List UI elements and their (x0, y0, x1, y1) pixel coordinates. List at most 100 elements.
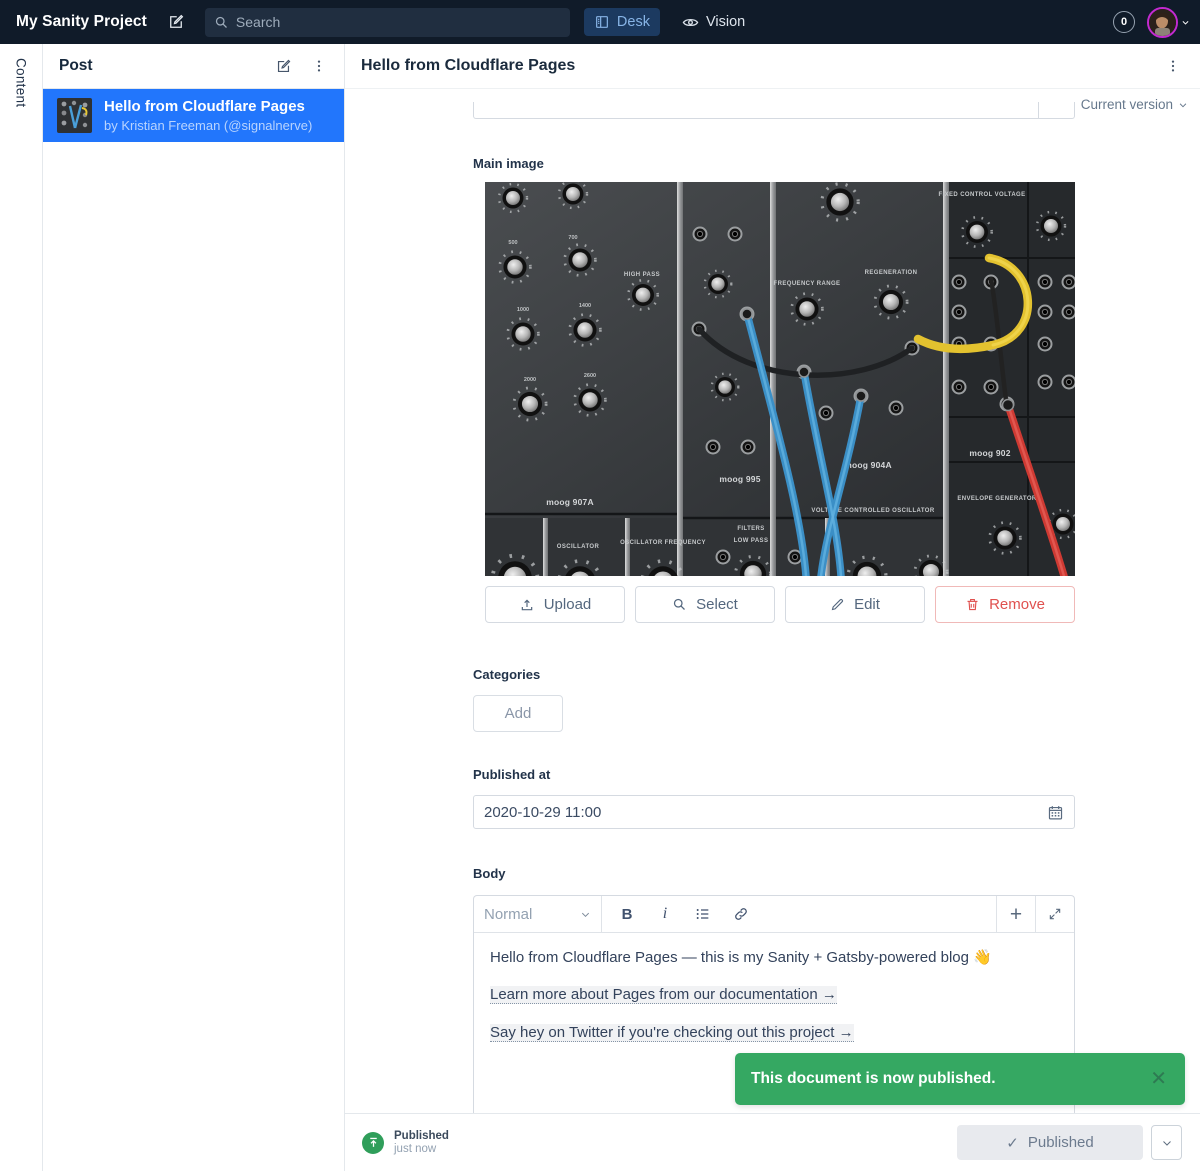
photo-label: FILTERS (737, 526, 764, 532)
photo-label: LOW PASS (734, 538, 769, 544)
desk-icon (594, 14, 610, 30)
photo-label: ENVELOPE GENERATOR (957, 496, 1037, 502)
compose-icon (167, 13, 185, 31)
categories-label: Categories (473, 667, 1075, 682)
photo-knob-label: 1000 (517, 307, 529, 313)
published-at-label: Published at (473, 767, 1075, 782)
current-version-label: Current version (1081, 97, 1173, 112)
edit-button-label: Edit (854, 596, 880, 613)
photo-label: moog 995 (719, 474, 760, 484)
content-rail: Content (0, 44, 43, 1171)
publish-status-time: just now (394, 1143, 449, 1155)
document-scroll-area[interactable]: Current version Main image (345, 89, 1200, 1113)
document-menu-button[interactable] (1158, 51, 1188, 81)
remove-button-label: Remove (989, 596, 1045, 613)
main-image-preview[interactable]: 500 700 1000 1400 2000 2600 HIGH PASS mo… (485, 182, 1075, 576)
post-item-subtitle: by Kristian Freeman (@signalnerve) (104, 118, 312, 133)
publish-status-icon (362, 1132, 384, 1154)
toast-notification: This document is now published. ✕ (735, 1053, 1185, 1105)
select-button[interactable]: Select (635, 586, 775, 623)
photo-label: OSCILLATOR (557, 544, 600, 550)
editor-toolbar: Normal B i (474, 896, 1074, 933)
italic-button[interactable]: i (648, 899, 682, 929)
tab-vision-label: Vision (706, 14, 745, 30)
body-link-docs[interactable]: Learn more about Pages from our document… (490, 986, 837, 1004)
photo-label: REGENERATION (865, 270, 918, 276)
photo-knob-label: 1400 (579, 303, 591, 309)
close-icon[interactable]: ✕ (1146, 1065, 1171, 1093)
add-category-button[interactable]: Add (473, 695, 563, 732)
photo-label: HIGH PASS (624, 272, 660, 278)
field-action-segment[interactable] (1038, 102, 1074, 118)
search-input[interactable] (236, 14, 561, 30)
notification-badge[interactable]: 0 (1113, 11, 1135, 33)
published-button-label: Published (1028, 1134, 1094, 1151)
fullscreen-button[interactable] (1035, 896, 1074, 932)
kebab-icon (311, 58, 327, 74)
chevron-down-icon (1161, 1137, 1173, 1149)
post-item-title: Hello from Cloudflare Pages (104, 98, 312, 117)
kebab-icon (1165, 58, 1181, 74)
photo-knob-label: 2600 (584, 373, 596, 379)
synth-photo: 500 700 1000 1400 2000 2600 HIGH PASS mo… (485, 182, 1075, 576)
photo-label: FIXED CONTROL VOLTAGE (938, 192, 1025, 198)
pane-title: Post (59, 57, 93, 75)
text-style-select[interactable]: Normal (474, 896, 602, 932)
project-title: My Sanity Project (16, 13, 147, 31)
link-button[interactable] (724, 899, 758, 929)
top-navbar: My Sanity Project Desk Vision 0 (0, 0, 1200, 44)
search-box[interactable] (205, 8, 570, 37)
image-actions: Upload Select Edit (485, 586, 1075, 623)
check-icon: ✓ (1006, 1134, 1019, 1152)
create-post-button[interactable] (268, 51, 298, 81)
upload-icon (519, 597, 535, 613)
upload-button-label: Upload (544, 596, 592, 613)
text-style-value: Normal (484, 906, 532, 923)
chevron-down-icon (1181, 18, 1190, 27)
bullet-list-button[interactable] (686, 899, 720, 929)
trash-icon (965, 597, 980, 612)
main-image-label: Main image (473, 156, 1075, 171)
body-link-twitter[interactable]: Say hey on Twitter if you're checking ou… (490, 1024, 854, 1042)
photo-label: moog 904A (844, 460, 892, 470)
pane-menu-button[interactable] (304, 51, 334, 81)
user-menu[interactable] (1147, 7, 1190, 38)
post-list-item[interactable]: Hello from Cloudflare Pages by Kristian … (43, 89, 344, 142)
expand-icon (1048, 907, 1062, 921)
body-content[interactable]: Hello from Cloudflare Pages — this is my… (474, 933, 1074, 1057)
calendar-icon[interactable] (1047, 804, 1064, 821)
published-at-input[interactable] (484, 804, 1047, 821)
tab-vision[interactable]: Vision (672, 8, 755, 37)
select-button-label: Select (696, 596, 738, 613)
body-paragraph: Hello from Cloudflare Pages — this is my… (490, 948, 1058, 966)
compose-icon (275, 58, 292, 75)
photo-knob-label: 2000 (524, 377, 536, 383)
tool-tabs: Desk Vision (584, 8, 755, 37)
search-icon (672, 597, 687, 612)
document-footer: Published just now ✓ Published (345, 1113, 1200, 1171)
bold-button[interactable]: B (610, 899, 644, 929)
document-pane: Hello from Cloudflare Pages Current vers… (345, 44, 1200, 1171)
upload-button[interactable]: Upload (485, 586, 625, 623)
link-icon (733, 906, 749, 922)
pencil-icon (830, 597, 845, 612)
edit-button[interactable]: Edit (785, 586, 925, 623)
chevron-down-icon (580, 909, 591, 920)
document-header: Hello from Cloudflare Pages (345, 44, 1200, 89)
published-button[interactable]: ✓ Published (957, 1125, 1143, 1160)
avatar (1147, 7, 1178, 38)
current-version-dropdown[interactable]: Current version (1081, 97, 1188, 112)
publish-status-title: Published (394, 1130, 449, 1142)
insert-button[interactable]: + (996, 896, 1035, 932)
publish-menu-button[interactable] (1151, 1125, 1182, 1160)
published-at-field (473, 795, 1075, 829)
tab-desk[interactable]: Desk (584, 8, 660, 36)
clipped-field-input[interactable] (473, 102, 1075, 119)
post-list-pane: Post Hello from Cloudflare Pages (43, 44, 345, 1171)
search-icon (214, 15, 229, 30)
new-document-button[interactable] (161, 7, 191, 37)
document-title: Hello from Cloudflare Pages (361, 57, 575, 75)
remove-button[interactable]: Remove (935, 586, 1075, 623)
bullet-list-icon (695, 906, 711, 922)
toast-message: This document is now published. (751, 1070, 996, 1088)
